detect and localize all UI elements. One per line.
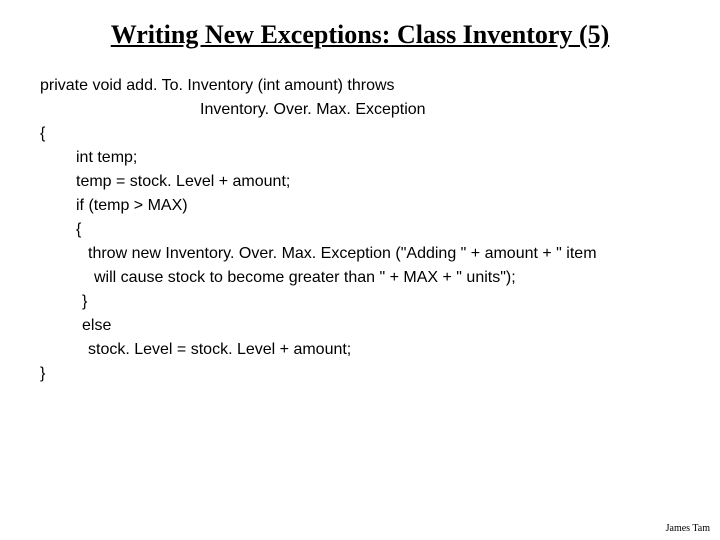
code-line: private void add. To. Inventory (int amo…	[40, 74, 680, 98]
code-line: else	[82, 314, 680, 338]
code-line: {	[40, 122, 680, 146]
code-line: {	[76, 218, 680, 242]
footer-author: James Tam	[666, 523, 710, 534]
slide: Writing New Exceptions: Class Inventory …	[0, 0, 720, 540]
code-line: temp = stock. Level + amount;	[76, 170, 680, 194]
code-line: }	[40, 362, 680, 386]
code-line: throw new Inventory. Over. Max. Exceptio…	[88, 242, 680, 266]
code-line: if (temp > MAX)	[76, 194, 680, 218]
code-block: private void add. To. Inventory (int amo…	[40, 74, 680, 386]
code-line: Inventory. Over. Max. Exception	[200, 98, 680, 122]
slide-title: Writing New Exceptions: Class Inventory …	[40, 20, 680, 50]
code-line: }	[82, 290, 680, 314]
code-line: int temp;	[76, 146, 680, 170]
code-line: stock. Level = stock. Level + amount;	[88, 338, 680, 362]
code-line: will cause stock to become greater than …	[94, 266, 680, 290]
